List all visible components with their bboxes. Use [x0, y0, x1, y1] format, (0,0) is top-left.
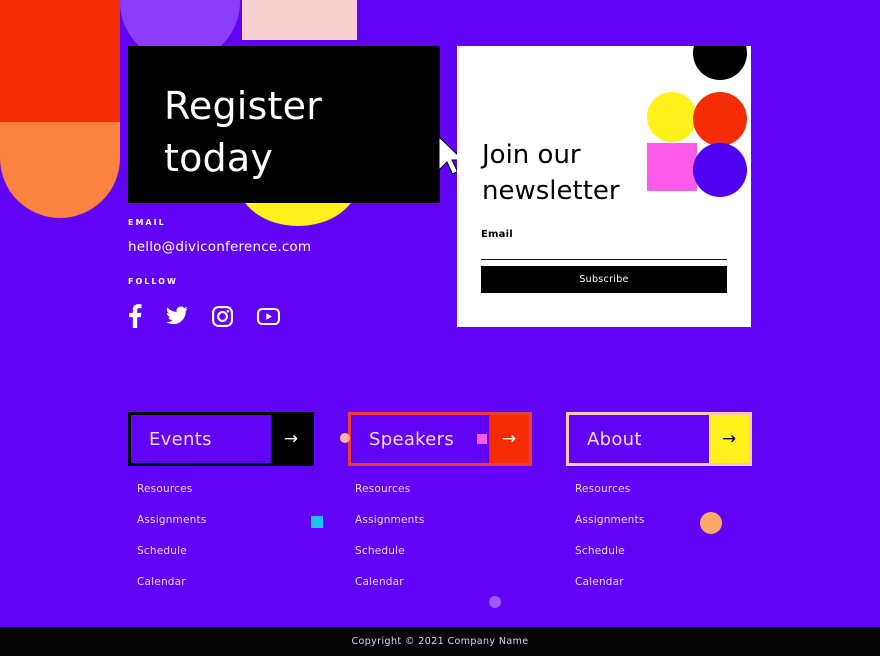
- follow-kicker: FOLLOW: [128, 277, 178, 286]
- twitter-icon: [166, 306, 188, 325]
- menu-button-about[interactable]: About →: [566, 412, 752, 466]
- newsletter-form: Email Subscribe: [481, 229, 727, 293]
- red-circle-shape: [693, 92, 747, 146]
- pink-square-shape: [647, 143, 697, 191]
- social-link-facebook[interactable]: [128, 304, 142, 328]
- list-item[interactable]: Schedule: [137, 545, 317, 557]
- link-column-1: Resources Assignments Schedule Calendar: [137, 483, 317, 607]
- social-links: [128, 304, 428, 328]
- orange-pill-shape: [0, 122, 120, 218]
- events-chip: [257, 415, 271, 463]
- pink-rectangle-shape: [242, 0, 357, 40]
- red-block-shape: [0, 0, 120, 122]
- list-item[interactable]: Schedule: [575, 545, 755, 557]
- salmon-dot-shape: [340, 433, 350, 443]
- register-card[interactable]: Register today: [128, 46, 465, 203]
- list-item[interactable]: Assignments: [137, 514, 317, 526]
- arrow-right-icon: →: [709, 415, 749, 463]
- menu-button-events[interactable]: Events →: [128, 412, 314, 466]
- youtube-icon: [257, 307, 280, 325]
- arrow-right-icon: →: [271, 415, 311, 463]
- list-item[interactable]: Schedule: [355, 545, 535, 557]
- email-kicker: EMAIL: [128, 218, 166, 227]
- link-column-2: Resources Assignments Schedule Calendar: [355, 483, 535, 607]
- link-column-3: Resources Assignments Schedule Calendar: [575, 483, 755, 607]
- yellow-circle-shape: [647, 92, 697, 142]
- black-circle-shape: [693, 46, 747, 80]
- menu-button-speakers-label: Speakers: [369, 428, 454, 450]
- speakers-chip: [475, 415, 489, 463]
- list-item[interactable]: Calendar: [575, 576, 755, 588]
- email-input[interactable]: [481, 246, 727, 260]
- newsletter-card: Join our newsletter Email Subscribe: [457, 46, 751, 327]
- list-item[interactable]: Resources: [575, 483, 755, 495]
- register-title: Register today: [164, 84, 323, 181]
- list-item[interactable]: Assignments: [355, 514, 535, 526]
- arrow-right-icon: →: [489, 415, 529, 463]
- email-address[interactable]: hello@diviconference.com: [128, 239, 428, 255]
- menu-button-row: Events → Speakers → About →: [0, 412, 880, 466]
- purple-circle-shape: [693, 143, 747, 197]
- list-item[interactable]: Calendar: [355, 576, 535, 588]
- copyright-bar: Copyright © 2021 Company Name: [0, 627, 880, 656]
- social-link-youtube[interactable]: [257, 307, 280, 325]
- newsletter-shape-cluster: [647, 46, 751, 198]
- page-stage: Register today EMAIL hello@diviconferenc…: [0, 0, 880, 656]
- subscribe-button[interactable]: Subscribe: [481, 266, 727, 293]
- social-link-instagram[interactable]: [212, 305, 233, 327]
- menu-button-about-label: About: [587, 428, 642, 450]
- email-field-label: Email: [481, 229, 513, 240]
- list-item[interactable]: Calendar: [137, 576, 317, 588]
- instagram-icon: [212, 305, 233, 327]
- newsletter-title: Join our newsletter: [482, 140, 620, 206]
- list-item[interactable]: Resources: [355, 483, 535, 495]
- social-link-twitter[interactable]: [166, 306, 188, 326]
- list-item[interactable]: Resources: [137, 483, 317, 495]
- menu-button-events-label: Events: [149, 428, 212, 450]
- contact-block: EMAIL hello@diviconference.com FOLLOW: [128, 218, 428, 328]
- list-item[interactable]: Assignments: [575, 514, 755, 526]
- copyright-text: Copyright © 2021 Company Name: [351, 636, 529, 647]
- menu-button-speakers[interactable]: Speakers →: [348, 412, 532, 466]
- about-chip: [695, 415, 709, 463]
- facebook-icon: [129, 304, 142, 328]
